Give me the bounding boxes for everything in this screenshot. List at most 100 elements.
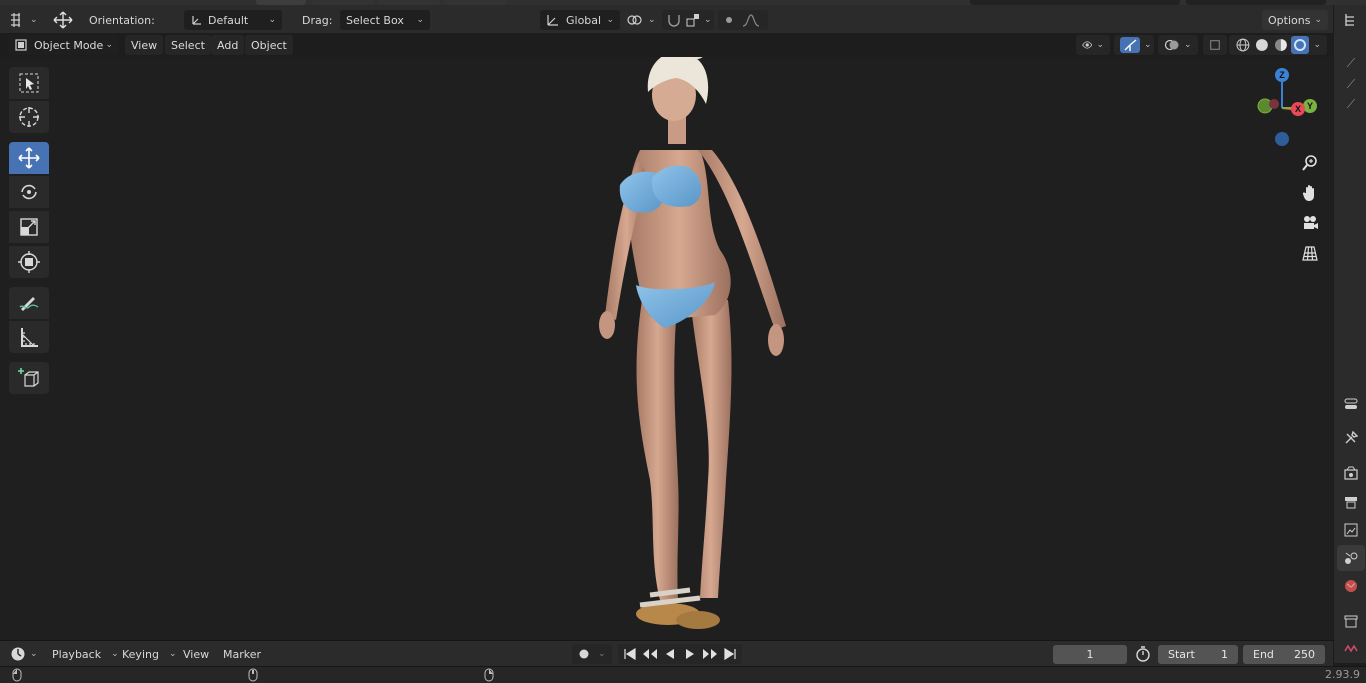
tool-cursor[interactable]	[9, 101, 49, 133]
tab-tool[interactable]	[1337, 425, 1365, 451]
annotate-icon	[19, 297, 39, 311]
playback-label: Playback	[52, 647, 102, 661]
zoom-view-button[interactable]	[1298, 151, 1322, 175]
grid-icon	[1302, 246, 1318, 261]
falloff-curve-icon[interactable]	[742, 13, 760, 27]
ortho-toggle-button[interactable]	[1298, 241, 1322, 265]
orientation-dropdown[interactable]: Default ⌄	[184, 10, 282, 30]
menu-select[interactable]: Select	[165, 35, 211, 55]
current-frame-field[interactable]: 1	[1053, 645, 1127, 664]
tab-world[interactable]	[1337, 573, 1365, 599]
wireframe-shading-icon[interactable]	[1235, 37, 1251, 53]
navigation-gizmo[interactable]: Z Y X	[1240, 66, 1330, 156]
mode-value: Object Mode	[34, 38, 104, 52]
gizmo-y-label: Y	[1307, 101, 1313, 111]
start-value: 1	[1221, 648, 1228, 661]
move-tool-icon	[52, 11, 74, 29]
tool-select-box[interactable]	[9, 67, 49, 99]
overlays-dropdown[interactable]: ⌄	[1158, 35, 1198, 55]
tool-measure[interactable]	[9, 321, 49, 353]
tool-add-cube[interactable]	[9, 362, 49, 394]
next-keyframe-icon[interactable]	[700, 646, 720, 662]
tool-transform[interactable]	[9, 246, 49, 278]
measure-icon	[21, 328, 38, 347]
3d-viewport[interactable]: Z Y X	[0, 57, 1333, 640]
mouse-left-icon	[12, 668, 22, 682]
camera-view-button[interactable]	[1298, 211, 1322, 235]
play-reverse-icon[interactable]	[660, 646, 680, 662]
xray-toggle[interactable]	[1203, 35, 1227, 55]
outliner-button[interactable]	[1337, 7, 1365, 33]
tab-texture[interactable]	[1337, 635, 1365, 661]
texture-icon	[1344, 644, 1358, 653]
playback-menu[interactable]: Playback ⌄	[46, 644, 119, 664]
object-mode-icon	[14, 38, 28, 52]
sidebar-tab-3[interactable]: ⟋	[1337, 91, 1365, 117]
tab-collection[interactable]	[1337, 608, 1365, 634]
end-frame-field[interactable]: End 250	[1243, 645, 1325, 664]
properties-tabs: ⟋ ⟋ ⟋	[1333, 5, 1366, 663]
rendered-shading-toggle[interactable]	[1291, 36, 1310, 54]
zoom-icon	[1302, 155, 1317, 171]
tab-output[interactable]	[1337, 489, 1365, 515]
tool-move[interactable]	[9, 142, 49, 174]
solid-shading-icon[interactable]	[1254, 37, 1270, 53]
drag-label: Drag:	[302, 13, 333, 27]
mouse-right-icon	[484, 668, 494, 682]
gizmo-neg-x-handle[interactable]	[1269, 99, 1279, 109]
play-icon[interactable]	[680, 646, 700, 662]
tool-rotate[interactable]	[9, 176, 49, 208]
menu-add[interactable]: Add	[211, 35, 245, 55]
editor-type-dropdown[interactable]: ⌄	[8, 10, 38, 30]
jump-end-icon[interactable]	[720, 646, 740, 662]
overlays-icon	[1164, 39, 1179, 51]
start-frame-field[interactable]: Start 1	[1158, 645, 1238, 664]
gizmo-toggle[interactable]	[1120, 37, 1140, 53]
options-dropdown[interactable]: Options ⌄	[1262, 10, 1328, 30]
tab-render[interactable]	[1337, 460, 1365, 486]
hand-icon	[1302, 185, 1314, 201]
cursor-icon	[19, 107, 39, 127]
active-tool-move[interactable]	[52, 10, 74, 30]
end-label: End	[1253, 648, 1274, 661]
menu-object[interactable]: Object	[245, 35, 293, 55]
timeline-view-menu[interactable]: View	[177, 644, 215, 664]
pivot-point-icon	[626, 13, 644, 27]
keying-menu[interactable]: Keying ⌄	[116, 644, 177, 664]
preview-range-toggle[interactable]	[1134, 644, 1152, 664]
character-model	[599, 57, 786, 629]
transform-orientation-dropdown[interactable]: Global ⌄	[540, 10, 620, 30]
snap-toggle-icon[interactable]	[666, 13, 682, 27]
world-icon	[1345, 580, 1357, 592]
marker-menu[interactable]: Marker	[217, 644, 267, 664]
snapping-group: ⌄	[662, 10, 714, 30]
tab-view-layer[interactable]	[1337, 517, 1365, 543]
prev-keyframe-icon[interactable]	[640, 646, 660, 662]
tab-scene[interactable]	[1337, 545, 1365, 571]
editor-type-icon	[8, 12, 26, 28]
timeline-editor-type[interactable]: ⌄	[10, 644, 38, 664]
pivot-point-dropdown[interactable]: ⌄	[626, 10, 656, 30]
view-layer-icon	[1344, 523, 1358, 537]
gizmo-dropdown[interactable]: ⌄	[1114, 35, 1154, 55]
snap-increment-icon[interactable]	[686, 13, 700, 27]
jump-start-icon[interactable]	[620, 646, 640, 662]
proportional-edit-icon[interactable]	[722, 13, 736, 27]
camera-icon	[1304, 216, 1318, 229]
add-cube-icon	[18, 368, 39, 387]
drag-dropdown[interactable]: Select Box ⌄	[340, 10, 430, 30]
menu-view[interactable]: View	[125, 35, 164, 55]
material-shading-icon[interactable]	[1273, 37, 1289, 53]
options-label: Options	[1268, 13, 1311, 27]
status-bar: 2.93.9	[0, 666, 1366, 683]
mode-dropdown[interactable]: Object Mode ⌄	[8, 35, 119, 55]
pan-view-button[interactable]	[1298, 181, 1322, 205]
record-icon[interactable]	[578, 648, 590, 660]
properties-editor-button[interactable]	[1337, 391, 1365, 417]
visibility-dropdown[interactable]: ⌄	[1076, 35, 1110, 55]
keying-label: Keying	[122, 647, 159, 661]
tool-scale[interactable]	[9, 211, 49, 243]
gizmo-neg-z-handle[interactable]	[1275, 132, 1289, 146]
tool-annotate[interactable]	[9, 287, 49, 319]
start-label: Start	[1168, 648, 1195, 661]
